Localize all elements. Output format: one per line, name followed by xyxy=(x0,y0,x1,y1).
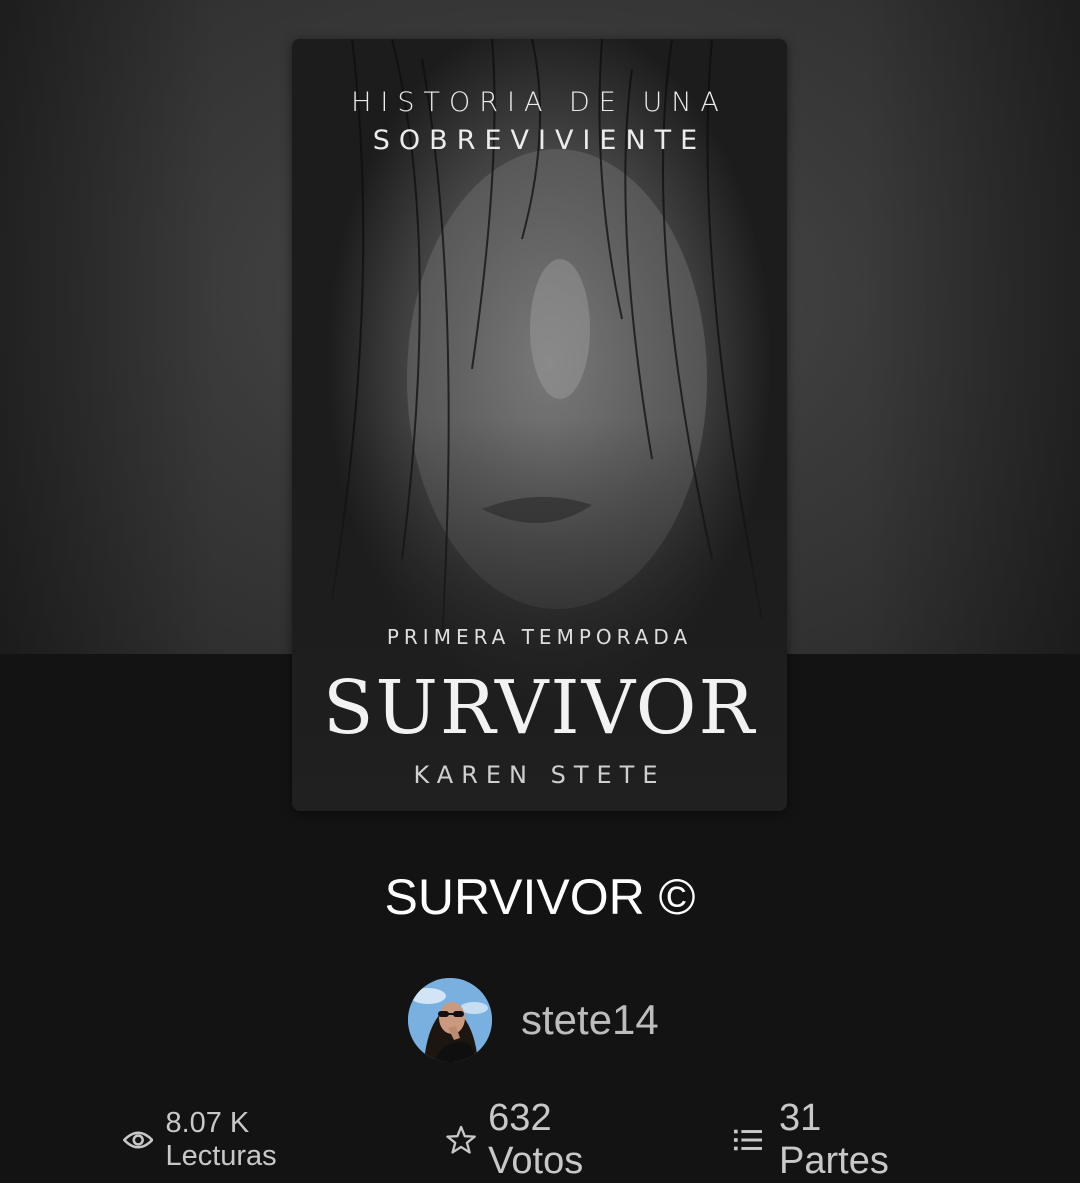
cover-season: PRIMERA TEMPORADA xyxy=(386,625,693,649)
author-link[interactable]: stete14 xyxy=(408,978,659,1062)
reads-label: 8.07 K Lecturas xyxy=(165,1107,277,1172)
reads-stat: 8.07 K Lecturas xyxy=(123,1107,294,1172)
list-icon xyxy=(734,1129,762,1151)
cover-tagline-line1: HISTORIA DE UNA xyxy=(351,87,728,118)
parts-label: 31 Partes xyxy=(779,1097,889,1182)
cover-title: SURVIVOR xyxy=(322,665,757,751)
star-icon xyxy=(446,1125,476,1154)
votes-label: 632 Votos xyxy=(488,1097,584,1182)
cover-tagline-line2: SOBREVIVIENTE xyxy=(372,125,707,156)
story-title: SURVIVOR © xyxy=(384,869,696,925)
cover-author: KAREN STETE xyxy=(413,761,666,789)
avatar[interactable] xyxy=(408,978,492,1062)
eye-icon xyxy=(123,1131,154,1149)
votes-stat[interactable]: 632 Votos xyxy=(446,1097,599,1182)
parts-stat[interactable]: 31 Partes xyxy=(734,1097,899,1182)
user-avatar-icon xyxy=(408,978,492,1062)
author-username[interactable]: stete14 xyxy=(521,996,659,1044)
story-cover[interactable]: HISTORIA DE UNA SOBREVIVIENTE PRIMERA TE… xyxy=(292,39,787,811)
